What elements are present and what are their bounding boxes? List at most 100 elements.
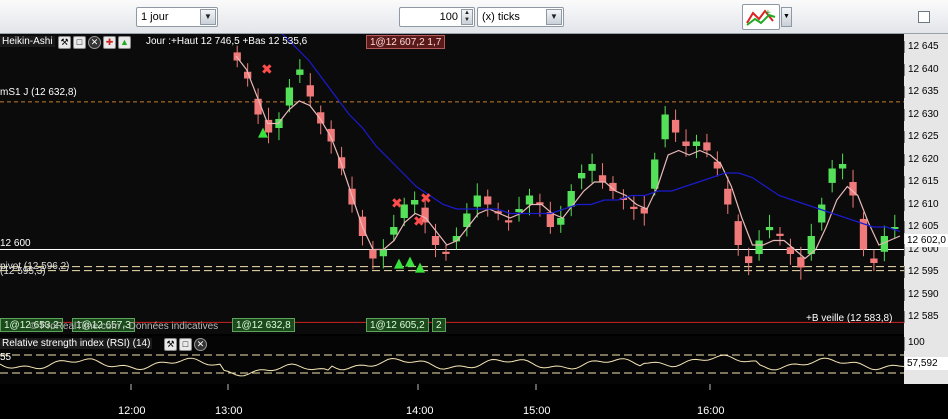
buy-marker-icon: ▲ (415, 260, 425, 275)
rsi-current-box: 57,592 (905, 357, 948, 370)
price-panel-bg (0, 34, 904, 334)
panel-title: Heikin-Ashi (0, 36, 55, 47)
candle-body (515, 209, 523, 213)
close-icon[interactable]: ✕ (88, 36, 101, 49)
candle-body (473, 195, 481, 207)
candle-body (233, 52, 241, 61)
candle-body (525, 195, 534, 205)
candle-body (724, 188, 732, 205)
rsi-right-100: 100 (904, 337, 948, 351)
y-tick-label: 12 645 (904, 41, 948, 53)
candle-body (661, 114, 669, 140)
level-12600-label: 12 600 (0, 238, 31, 249)
candle-body (578, 173, 586, 179)
y-tick-label: 12 605 (904, 221, 948, 233)
checkbox[interactable] (918, 11, 930, 23)
panel-controls: ⚒ □ ✕ ✚ ▲ (58, 36, 131, 50)
svg-text:+: + (765, 8, 771, 19)
wrench-icon[interactable]: ⚒ (164, 338, 177, 351)
candle-body (797, 257, 805, 268)
indicator-icon[interactable]: ▲ (118, 36, 131, 49)
candle-body (682, 141, 690, 146)
candle-body (484, 196, 492, 205)
candle-body (431, 236, 440, 245)
price-chart[interactable]: ✖✖✖✖▲▲ ▲ ▲ (0, 34, 948, 419)
pivot-label-2: (12 595,3) (0, 266, 46, 277)
y-tick-label: 12 610 (904, 198, 948, 211)
rsi-controls: ⚒ □ ✕ (164, 338, 207, 352)
panel-title-text: Heikin-Ashi (2, 36, 53, 47)
sell-marker-icon: ✖ (420, 191, 432, 207)
candle-body (703, 142, 711, 151)
y-tick-label: 12 630 (904, 108, 948, 121)
copyright: © ProRealTime.com - Données indicatives (30, 321, 219, 332)
sell-marker-icon: ✖ (391, 196, 403, 212)
trade-tag-bottom-2[interactable]: 1@12 605,2 (366, 318, 429, 332)
window-icon[interactable]: □ (73, 36, 86, 49)
wrench-icon[interactable]: ⚒ (58, 36, 71, 49)
candle-body (870, 258, 878, 263)
trade-tag-bottom-2b[interactable]: 2 (432, 318, 446, 332)
buy-marker-icon: ▲ (405, 254, 415, 269)
candle-body (411, 200, 419, 205)
candle-body (317, 112, 325, 124)
candle-body (327, 128, 335, 142)
x-tick-label: 14:00 (406, 405, 434, 417)
unit-select-value: (x) ticks (482, 11, 520, 23)
period-select-value: 1 jour (141, 11, 169, 23)
candle-body (745, 256, 753, 263)
candle-body (755, 240, 763, 254)
current-price-box: 12 602,0 (905, 234, 948, 247)
count-input[interactable]: 100 ▲ ▼ (399, 7, 475, 27)
candle-body (776, 233, 784, 236)
indicator-add-icon[interactable]: ✚ (103, 36, 116, 49)
toolbar: 1 jour ▼ 100 ▲ ▼ (x) ticks ▼ + ▼ (0, 0, 948, 34)
trade-tag-bottom-1[interactable]: 1@12 632,8 (232, 318, 295, 332)
candle-body (765, 227, 774, 231)
x-tick-label: 12:00 (118, 405, 146, 417)
y-tick-label: 12 620 (904, 153, 948, 166)
y-tick-label: 12 590 (904, 288, 948, 301)
candle-body (442, 251, 450, 254)
pivot-s1-label: mS1 J (12 632,8) (0, 87, 77, 98)
y-tick-label: 12 615 (904, 176, 948, 188)
candle-body (818, 204, 826, 223)
window-icon[interactable]: □ (179, 338, 192, 351)
candle-body (588, 164, 596, 171)
chevron-down-icon[interactable]: ▼ (546, 9, 562, 25)
candle-body (504, 220, 513, 223)
candle-body (734, 221, 742, 245)
chart-tools-button[interactable]: + (742, 4, 780, 30)
candle-body (828, 168, 836, 183)
candle-body (651, 159, 659, 189)
period-select[interactable]: 1 jour ▼ (136, 7, 218, 27)
trade-tag-top[interactable]: 1@12 607,2 1,7 (366, 35, 446, 49)
count-input-value: 100 (439, 11, 458, 23)
candle-body (557, 218, 565, 225)
candle-body (369, 249, 377, 259)
candle-body (390, 227, 398, 235)
rsi-level-top: 55 (0, 352, 12, 363)
candle-body (630, 206, 638, 209)
candle-body (692, 141, 701, 146)
candle-body (671, 119, 680, 133)
chart-tools-icon: + (746, 8, 776, 26)
chevron-down-icon[interactable]: ▼ (781, 7, 792, 27)
sell-marker-icon: ✖ (261, 62, 273, 78)
buy-marker-icon: ▲ (394, 256, 404, 271)
rsi-title-text: Relative strength index (RSI) (14) (2, 338, 151, 349)
candle-body (285, 87, 294, 106)
y-tick-label: 12 585 (904, 311, 948, 323)
unit-select[interactable]: (x) ticks ▼ (477, 7, 564, 27)
sell-marker-icon: ✖ (413, 214, 425, 230)
y-tick-label: 12 595 (904, 266, 948, 278)
close-icon[interactable]: ✕ (194, 338, 207, 351)
spinner-icon[interactable]: ▲ ▼ (461, 9, 473, 25)
y-tick-label: 12 635 (904, 86, 948, 98)
candle-body (838, 164, 847, 169)
chevron-down-icon[interactable]: ▼ (200, 9, 216, 25)
y-tick-label: 12 640 (904, 63, 948, 76)
candle-body (598, 175, 607, 182)
buy-marker-icon: ▲ (258, 125, 268, 140)
x-tick-label: 16:00 (697, 405, 725, 417)
